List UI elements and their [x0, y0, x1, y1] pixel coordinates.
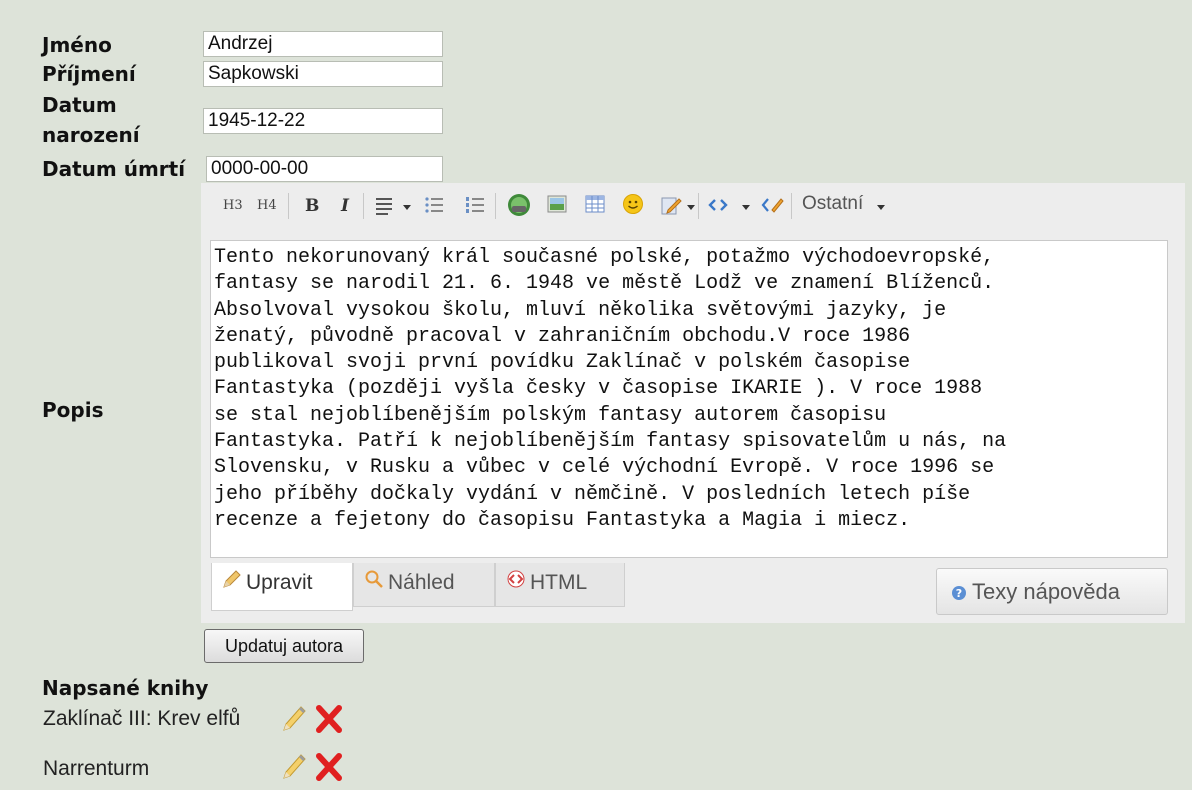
description-label: Popis: [42, 398, 104, 422]
death-date-label: Datum úmrtí: [42, 157, 186, 181]
help-button[interactable]: ? Texy nápověda: [936, 568, 1168, 615]
textarea-line: Absolvoval vysokou školu, mluví několika…: [214, 298, 947, 322]
h4-button[interactable]: H4: [257, 191, 277, 221]
edit-pencil-icon[interactable]: [281, 752, 307, 785]
html-code-icon: [506, 563, 526, 603]
help-button-label: Texy nápověda: [972, 579, 1120, 604]
texy-editor: H3 H4 B I Ostatní Tento nekorunovaný krá…: [201, 183, 1185, 623]
textarea-line: fantasy se narodil 21. 6. 1948 ve městě …: [214, 272, 995, 296]
textarea-line: jeho příběhy dočkaly vydání v němčině. V…: [214, 482, 971, 506]
edit-pencil-icon[interactable]: [281, 704, 307, 737]
tab-html-label: HTML: [530, 571, 588, 594]
tab-preview[interactable]: Náhled: [353, 563, 495, 607]
pencil-paper-icon[interactable]: [659, 193, 683, 222]
toolbar-separator: [288, 193, 289, 219]
chevron-down-icon[interactable]: [403, 205, 411, 210]
description-textarea[interactable]: Tento nekorunovaný král současné polské,…: [210, 240, 1168, 558]
link-icon[interactable]: [507, 193, 531, 222]
textarea-line: Slovensku, v Rusku a vůbec v celé východ…: [214, 456, 995, 480]
clear-format-icon[interactable]: [761, 195, 785, 220]
textarea-line: Tento nekorunovaný král současné polské,…: [214, 246, 995, 269]
italic-button[interactable]: I: [341, 191, 349, 221]
last-name-label: Příjmení: [42, 62, 136, 86]
bullet-list-icon[interactable]: [424, 195, 444, 220]
textarea-line: publikoval svoji první povídku Zaklínač …: [214, 351, 911, 375]
align-icon[interactable]: [374, 194, 394, 221]
image-icon[interactable]: [547, 194, 567, 219]
textarea-line: Fantastyka (později vyšla česky v časopi…: [214, 377, 983, 401]
books-heading: Napsané knihy: [42, 676, 209, 700]
textarea-line: recenze a fejetony do časopisu Fantastyk…: [214, 508, 911, 532]
code-icon[interactable]: [708, 197, 728, 218]
tab-edit-label: Upravit: [246, 571, 313, 594]
list-item-title: Zaklínač III: Krev elfů: [43, 707, 241, 730]
tab-edit[interactable]: Upravit: [211, 563, 353, 611]
bold-button[interactable]: B: [305, 191, 319, 221]
toolbar-separator: [791, 193, 792, 219]
update-author-button[interactable]: Updatuj autora: [204, 629, 364, 663]
last-name-field[interactable]: Sapkowski: [203, 61, 443, 87]
delete-icon[interactable]: [315, 752, 343, 787]
chevron-down-icon[interactable]: [687, 205, 695, 210]
help-icon: ?: [951, 571, 967, 616]
birth-date-field[interactable]: 1945-12-22: [203, 108, 443, 134]
list-item-title: Narrenturm: [43, 757, 150, 780]
birth-date-label: Datum narození: [42, 92, 140, 148]
first-name-label: Jméno: [42, 33, 112, 57]
numbered-list-icon[interactable]: [465, 195, 485, 220]
chevron-down-icon[interactable]: [877, 205, 885, 210]
chevron-down-icon[interactable]: [742, 205, 750, 210]
birth-date-label-line2: narození: [42, 123, 140, 147]
birth-date-label-line1: Datum: [42, 93, 117, 117]
textarea-line: Fantastyka. Patří k nejoblíbenějším fant…: [214, 430, 1007, 454]
smiley-icon[interactable]: [622, 193, 644, 220]
death-date-field[interactable]: 0000-00-00: [206, 156, 443, 182]
svg-text:?: ?: [956, 587, 962, 600]
pencil-icon: [222, 563, 242, 603]
h3-button[interactable]: H3: [223, 191, 243, 221]
tab-preview-label: Náhled: [388, 571, 455, 594]
table-icon[interactable]: [585, 194, 605, 219]
textarea-line: ženatý, původně pracoval v zahraničním o…: [214, 324, 911, 348]
other-menu[interactable]: Ostatní: [802, 189, 863, 219]
toolbar-separator: [363, 193, 364, 219]
toolbar-separator: [495, 193, 496, 219]
first-name-field[interactable]: Andrzej: [203, 31, 443, 57]
delete-icon[interactable]: [315, 704, 343, 739]
textarea-line: se stal nejoblíbenějším polským fantasy …: [214, 403, 887, 427]
toolbar-separator: [698, 193, 699, 219]
magnifier-icon: [364, 563, 384, 603]
tab-html[interactable]: HTML: [495, 563, 625, 607]
